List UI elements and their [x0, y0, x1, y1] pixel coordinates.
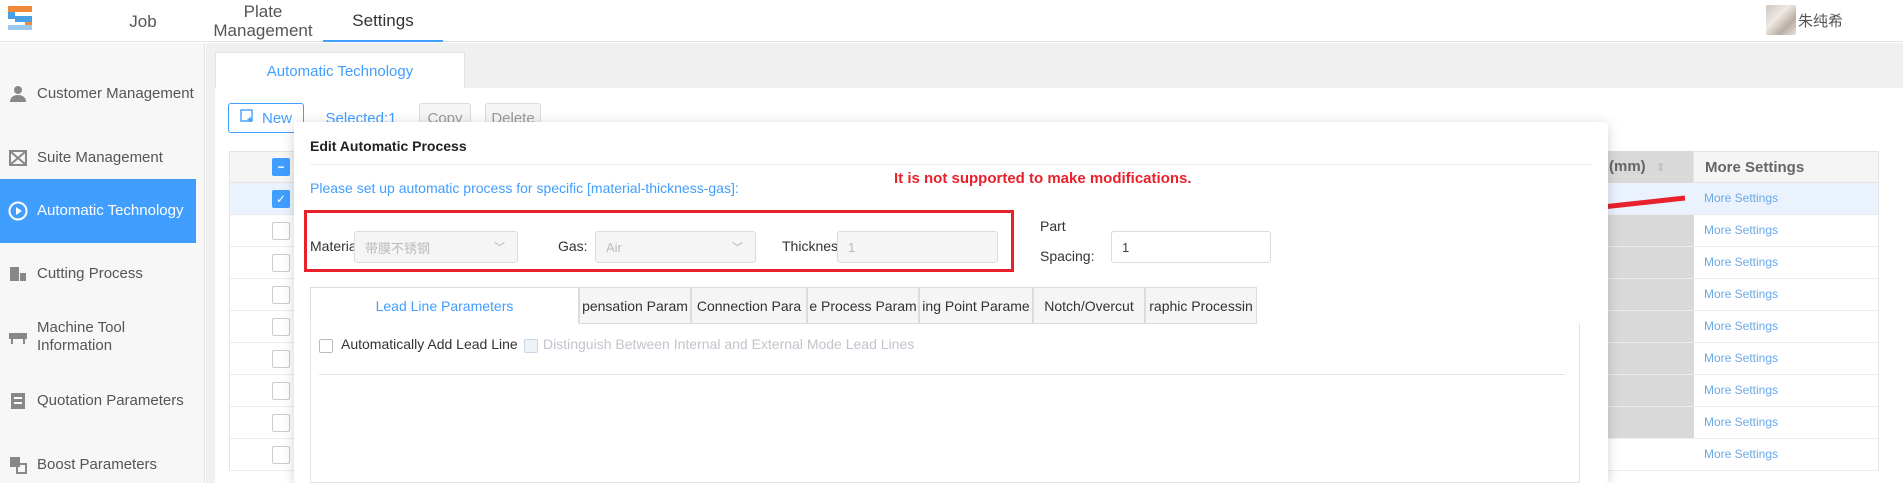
distinguish-lead-lines-checkbox[interactable]: [524, 339, 538, 353]
tab-process-parameters[interactable]: e Process Param: [807, 287, 919, 324]
more-settings-link[interactable]: More Settings: [1704, 223, 1778, 237]
tab-compensation-parameters[interactable]: pensation Param: [579, 287, 691, 324]
user-icon: [2, 85, 34, 103]
tab-panel-lead-line: Automatically Add Lead Line Distinguish …: [310, 323, 1580, 483]
divider: [319, 374, 1565, 375]
more-settings-link[interactable]: More Settings: [1704, 415, 1778, 429]
sidebar-item-label: Suite Management: [37, 149, 163, 166]
new-button[interactable]: New: [228, 103, 304, 133]
column-header-more-settings: More Settings: [1693, 151, 1880, 183]
play-circle-icon: [2, 201, 34, 221]
sidebar-item-label: Machine Tool Information: [37, 319, 126, 354]
gas-select[interactable]: Air ﹀: [595, 231, 756, 263]
material-value: 带膜不锈钢: [365, 240, 431, 256]
auto-add-lead-line-label: Automatically Add Lead Line: [341, 336, 518, 352]
more-settings-link[interactable]: More Settings: [1704, 351, 1778, 365]
avatar: [1765, 5, 1796, 35]
more-settings-link[interactable]: More Settings: [1704, 191, 1778, 205]
warning-annotation: It is not supported to make modification…: [894, 170, 1192, 187]
row-checkbox[interactable]: ✓: [272, 190, 290, 208]
new-button-label: New: [261, 109, 292, 127]
column-header-mm: (mm) ⇕: [1609, 158, 1665, 175]
divider: [310, 164, 1592, 165]
quote-icon: [2, 392, 34, 410]
tab-connection-parameters[interactable]: Connection Para: [691, 287, 807, 324]
row-checkbox[interactable]: [272, 382, 290, 400]
part-spacing-label-line1: Part: [1040, 218, 1066, 234]
nav-plate-management[interactable]: Plate Management: [205, 0, 321, 42]
more-settings-link[interactable]: More Settings: [1704, 255, 1778, 269]
row-checkbox[interactable]: [272, 318, 290, 336]
row-checkbox[interactable]: [272, 286, 290, 304]
nav-job[interactable]: Job: [112, 0, 174, 42]
thickness-input[interactable]: 1: [837, 231, 998, 263]
gas-label: Gas:: [558, 238, 588, 254]
boost-icon: [2, 456, 34, 474]
suite-icon: [2, 149, 34, 167]
more-settings-link[interactable]: More Settings: [1704, 319, 1778, 333]
tab-automatic-technology[interactable]: Automatic Technology: [215, 52, 465, 89]
add-file-icon: [240, 109, 256, 127]
sidebar-item-machine-tool-information[interactable]: Machine Tool Information: [0, 305, 196, 369]
part-spacing-value: 1: [1122, 239, 1130, 255]
cut-icon: [2, 265, 34, 283]
sidebar-item-customer-management[interactable]: Customer Management: [0, 62, 196, 126]
sidebar-item-cutting-process[interactable]: Cutting Process: [0, 242, 196, 306]
material-label: Material: [310, 238, 354, 254]
machine-icon: [2, 329, 34, 345]
chevron-down-icon: ﹀: [732, 242, 743, 254]
sidebar-item-quotation-parameters[interactable]: Quotation Parameters: [0, 369, 196, 433]
sidebar-item-label: Cutting Process: [37, 265, 143, 282]
sidebar-item-automatic-technology[interactable]: Automatic Technology: [0, 179, 196, 243]
gas-value: Air: [606, 239, 622, 255]
sidebar-item-label: Quotation Parameters: [37, 392, 184, 409]
sidebar-item-boost-parameters[interactable]: Boost Parameters: [0, 433, 196, 483]
part-spacing-input[interactable]: 1: [1111, 231, 1271, 263]
more-settings-link[interactable]: More Settings: [1704, 447, 1778, 461]
chevron-down-icon: ﹀: [494, 242, 505, 254]
material-select[interactable]: 带膜不锈钢 ﹀: [354, 231, 518, 263]
part-spacing-label-line2: Spacing:: [1040, 248, 1095, 264]
row-checkbox[interactable]: [272, 446, 290, 464]
user-menu[interactable]: 朱纯希: [1765, 5, 1843, 35]
dialog-hint: Please set up automatic process for spec…: [310, 180, 739, 196]
tab-graphic-processing[interactable]: raphic Processin: [1145, 287, 1257, 324]
dialog-title: Edit Automatic Process: [310, 138, 467, 154]
tab-notch-overcut[interactable]: Notch/Overcut: [1033, 287, 1145, 324]
tab-starting-point-parameters[interactable]: ing Point Parame: [919, 287, 1033, 324]
nav-settings[interactable]: Settings: [323, 0, 443, 42]
user-name: 朱纯希: [1797, 12, 1843, 30]
sort-icon[interactable]: ⇕: [1656, 162, 1665, 174]
thickness-label: Thicknes: [782, 238, 838, 254]
select-all-checkbox[interactable]: −: [272, 158, 290, 176]
more-settings-link[interactable]: More Settings: [1704, 383, 1778, 397]
sidebar-item-label: Boost Parameters: [37, 456, 158, 473]
distinguish-lead-lines-label: Distinguish Between Internal and Externa…: [543, 336, 915, 352]
sidebar-item-label: Automatic Technology: [37, 202, 184, 219]
row-checkbox[interactable]: [272, 222, 290, 240]
column-header-mm-label: (mm): [1609, 158, 1646, 175]
top-navigation: Job Plate Management Settings 朱纯希: [0, 0, 1903, 42]
sidebar: Customer Management Suite Management Aut…: [0, 43, 205, 483]
tab-lead-line-parameters[interactable]: Lead Line Parameters: [310, 287, 579, 324]
edit-automatic-process-dialog: Edit Automatic Process Please set up aut…: [294, 122, 1608, 483]
row-checkbox[interactable]: [272, 350, 290, 368]
thickness-value: 1: [848, 239, 856, 255]
auto-add-lead-line-checkbox[interactable]: [319, 339, 333, 353]
row-checkbox[interactable]: [272, 254, 290, 272]
more-settings-link[interactable]: More Settings: [1704, 287, 1778, 301]
app-logo: [6, 4, 34, 32]
row-checkbox[interactable]: [272, 414, 290, 432]
sidebar-item-label: Customer Management: [37, 85, 194, 102]
